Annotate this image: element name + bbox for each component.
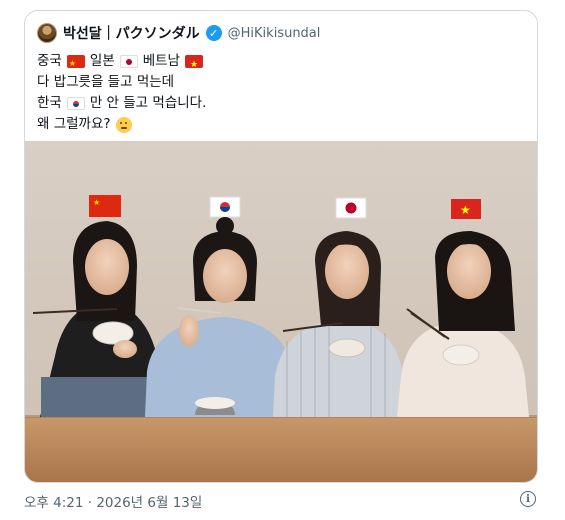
photo-flag-japan: [335, 197, 367, 219]
tweet-text-line-1: 중국 일본 베트남: [37, 51, 206, 72]
verified-badge-icon: ✓: [205, 25, 222, 41]
quoted-tweet-card[interactable]: 박선달｜パクソンダル ✓ @HiKikisundal 중국 일본 베트남 다 밥…: [24, 10, 538, 483]
tweet-text-line-2: 다 밥그릇을 들고 먹는데: [37, 72, 206, 93]
china-flag-icon: [66, 55, 85, 68]
thinking-face-icon: [115, 116, 132, 133]
tweet-text-line-4: 왜 그럴까요?: [37, 114, 206, 135]
avatar[interactable]: [37, 23, 57, 43]
tweet-timestamp[interactable]: 오후 4:21 · 2026년 6월 13일: [24, 491, 202, 511]
photo-flag-vietnam: ★: [451, 199, 481, 219]
text-segment: 만 안 들고 먹습니다.: [89, 95, 207, 111]
text-segment: 왜 그럴까요?: [37, 116, 111, 132]
japan-flag-icon: [119, 55, 138, 68]
svg-text:★: ★: [460, 203, 471, 217]
tweet-text-line-3: 한국 만 안 들고 먹습니다.: [37, 93, 206, 114]
text-segment: 중국: [37, 53, 62, 69]
post-detail: 박선달｜パクソンダル ✓ @HiKikisundal 중국 일본 베트남 다 밥…: [0, 0, 565, 520]
author-display-name[interactable]: 박선달｜パクソンダル: [63, 23, 200, 43]
author-handle[interactable]: @HiKikisundal: [228, 26, 321, 41]
vietnam-flag-icon: [184, 55, 203, 68]
photo-flag-china: ★: [89, 195, 121, 217]
korea-flag-icon: [66, 97, 85, 110]
tweet-photo[interactable]: ★ ★: [25, 141, 537, 482]
text-segment: 다 밥그릇을 들고 먹는데: [37, 74, 175, 90]
quoted-tweet-text: 중국 일본 베트남 다 밥그릇을 들고 먹는데 한국 만 안 들고 먹습니다. …: [37, 51, 206, 135]
quoted-tweet-header: 박선달｜パクソンダル ✓ @HiKikisundal: [37, 22, 320, 44]
svg-text:★: ★: [93, 198, 100, 207]
text-segment: 한국: [37, 95, 62, 111]
text-segment: 베트남: [142, 53, 180, 69]
text-segment: 일본: [89, 53, 115, 69]
info-icon[interactable]: i: [520, 491, 536, 507]
photo-flag-korea: [209, 196, 241, 218]
